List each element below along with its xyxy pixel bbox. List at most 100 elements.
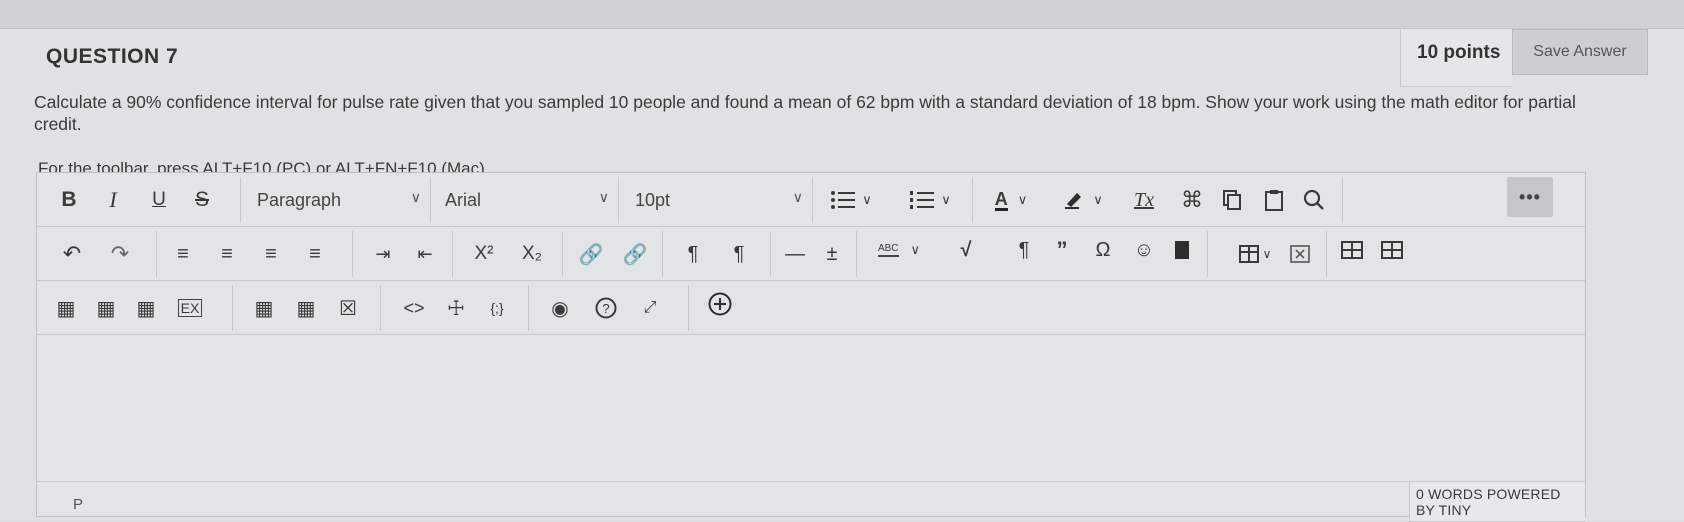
table-button[interactable]: ∨ (1230, 239, 1280, 269)
delete-row-button[interactable]: EX (173, 293, 207, 323)
font-family-dropdown[interactable]: Arial ∨ (445, 185, 615, 215)
font-size-dropdown[interactable]: 10pt ∨ (635, 185, 809, 215)
cut-button[interactable]: ⌘ (1177, 185, 1207, 215)
bold-button[interactable]: B (55, 185, 83, 215)
spellcheck-button[interactable]: ABC ∨ (869, 235, 929, 265)
align-center-button[interactable]: ≡ (211, 239, 243, 269)
link-icon: 🔗 (578, 243, 604, 266)
align-right-button[interactable]: ≡ (255, 239, 287, 269)
fullscreen-button[interactable]: ⤢ (635, 293, 665, 323)
add-content-button[interactable] (703, 289, 737, 319)
insert-col-before-button[interactable]: ▦ (249, 293, 279, 323)
paragraph-mark-icon: ¶ (1018, 238, 1030, 261)
underline-button[interactable]: U (145, 185, 173, 215)
element-path[interactable]: P (73, 496, 83, 513)
toolbar-row-2: ↶ ↷ ≡ ≡ ≡ ≡ ⇥ ⇤ X² X₂ 🔗 🔗 ¶ ¶ — ± ABC ∨ … (37, 227, 1585, 281)
accessibility-button[interactable]: ☩ (441, 293, 471, 323)
text-color-icon: A (994, 188, 1008, 211)
insert-col-after-button[interactable]: ▦ (291, 293, 321, 323)
editor-content-area[interactable] (37, 335, 1585, 485)
numbered-list-button[interactable]: ∨ (899, 185, 961, 215)
subscript-button[interactable]: X₂ (513, 239, 551, 269)
undo-button[interactable]: ↶ (57, 239, 87, 269)
superscript-button[interactable]: X² (465, 239, 503, 269)
align-center-icon: ≡ (221, 242, 233, 265)
math-button[interactable]: √ (951, 235, 981, 265)
delete-table-icon: EX (177, 299, 203, 317)
strikethrough-button[interactable]: S (187, 185, 217, 215)
insert-line-button[interactable]: ± (817, 239, 847, 269)
table-props-button[interactable] (1337, 235, 1367, 265)
svg-text:?: ? (602, 301, 609, 316)
word-count: 0 WORDS POWERED BY TINY (1409, 482, 1585, 522)
format-group: B I U S (37, 177, 241, 223)
code-button[interactable]: <> (399, 293, 429, 323)
question-card: QUESTION 7 10 points Save Answer Calcula… (0, 28, 1684, 522)
quote-button[interactable]: ” (1049, 235, 1075, 265)
link-group: 🔗 🔗 (563, 231, 663, 277)
mashup-icon: {;} (490, 300, 504, 316)
ltr-button[interactable]: ¶ (675, 239, 711, 269)
unlink-button[interactable]: 🔗 (617, 239, 653, 269)
text-color-button[interactable]: A ∨ (983, 185, 1039, 215)
rtl-button[interactable]: ¶ (721, 239, 757, 269)
view-group: ◉ ? ⤢ (529, 285, 689, 331)
link-button[interactable]: 🔗 (575, 239, 607, 269)
paste-icon (1265, 190, 1283, 211)
font-family-value: Arial (445, 189, 482, 210)
delete-col-button[interactable]: ☒ (333, 293, 363, 323)
block-format-group: Paragraph ∨ (241, 177, 431, 223)
font-family-group: Arial ∨ (431, 177, 619, 223)
outdent-button[interactable]: ⇤ (409, 239, 441, 269)
redo-button[interactable]: ↷ (105, 239, 135, 269)
search-button[interactable] (1299, 185, 1329, 215)
emoji-button[interactable]: ☺ (1131, 235, 1157, 265)
delete-table-button[interactable] (1286, 239, 1314, 269)
italic-button[interactable]: I (99, 185, 127, 215)
highlight-icon (1065, 193, 1082, 209)
mashup-button[interactable]: {;} (481, 293, 513, 323)
ltr-icon: ¶ (687, 242, 699, 265)
block-format-value: Paragraph (257, 189, 342, 210)
indent-button[interactable]: ⇥ (367, 239, 399, 269)
bookmark-button[interactable] (1171, 235, 1193, 265)
clear-format-button[interactable]: Tx (1127, 185, 1161, 215)
block-format-dropdown[interactable]: Paragraph ∨ (257, 185, 427, 215)
add-content-icon (708, 292, 732, 316)
quote-icon: ” (1056, 237, 1068, 262)
chevron-down-icon: ∨ (862, 192, 872, 207)
preview-button[interactable]: ◉ (545, 293, 575, 323)
save-answer-button[interactable]: Save Answer (1512, 29, 1648, 75)
chevron-down-icon: ∨ (910, 242, 921, 257)
more-toolbar-button[interactable]: ••• (1507, 177, 1553, 217)
highlight-button[interactable]: ∨ (1055, 185, 1111, 215)
points-box: 10 points (1400, 29, 1512, 87)
chevron-down-icon: ∨ (1093, 192, 1103, 207)
question-header: QUESTION 7 10 points Save Answer (0, 29, 1684, 89)
accessibility-icon: ☩ (447, 297, 465, 320)
bookmark-icon (1175, 241, 1189, 259)
insert-row-after-button[interactable]: ▦ (91, 293, 121, 323)
horizontal-rule-button[interactable]: — (781, 239, 809, 269)
special-char-button[interactable]: Ω (1089, 235, 1117, 265)
toolbar-row-1: B I U S Paragraph ∨ Arial ∨ 10pt ∨ ∨ ∨ A… (37, 173, 1585, 227)
insert-row-before-button[interactable]: ▦ (51, 293, 81, 323)
justify-button[interactable]: ≡ (299, 239, 331, 269)
preview-icon: ◉ (551, 297, 569, 320)
table-icon (1341, 241, 1363, 259)
table-icon (1238, 245, 1259, 263)
table-icon: ▦ (136, 297, 156, 320)
table-row-props-button[interactable] (1377, 235, 1407, 265)
code-icon: <> (403, 297, 425, 318)
history-group: ↶ ↷ (37, 231, 157, 277)
align-group: ≡ ≡ ≡ ≡ (157, 231, 353, 277)
paragraph-mark-button[interactable]: ¶ (1011, 235, 1037, 265)
help-button[interactable]: ? (591, 293, 621, 323)
copy-button[interactable] (1217, 185, 1247, 215)
justify-icon: ≡ (309, 242, 321, 265)
paste-button[interactable] (1259, 185, 1289, 215)
font-size-value: 10pt (635, 189, 671, 210)
bullet-list-button[interactable]: ∨ (821, 185, 881, 215)
insert-row-below-button[interactable]: ▦ (131, 293, 161, 323)
align-left-button[interactable]: ≡ (167, 239, 199, 269)
